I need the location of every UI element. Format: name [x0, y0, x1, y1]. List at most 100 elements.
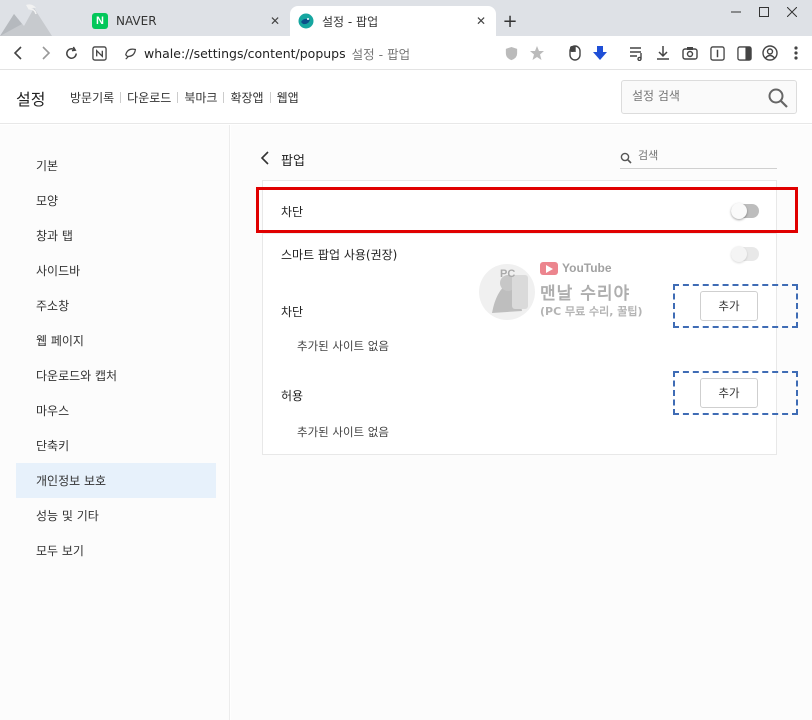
close-icon[interactable]: ✕ [266, 12, 284, 30]
nav-webapps[interactable]: 웹앱 [277, 89, 299, 106]
back-arrow-icon [13, 46, 22, 60]
bookmark-star-button[interactable] [526, 42, 548, 64]
whale-icon [298, 13, 314, 29]
sidebar-item-shortcuts[interactable]: 단축키 [16, 428, 216, 463]
sidebar-item-label: 기본 [36, 159, 59, 173]
row-divider [263, 233, 776, 234]
smart-popup-toggle[interactable] [731, 246, 759, 262]
shield-icon [505, 46, 517, 60]
naver-icon: N [92, 13, 108, 29]
allow-empty-text: 추가된 사이트 없음 [297, 425, 389, 439]
profile-icon [762, 45, 778, 61]
popup-search-input[interactable] [638, 149, 768, 162]
nav-extensions[interactable]: 확장앱 [230, 89, 263, 106]
window-close-button[interactable] [772, 0, 812, 24]
tab-settings-popup[interactable]: 설정 - 팝업 ✕ [290, 6, 496, 36]
naver-home-icon [91, 45, 107, 61]
nav-history[interactable]: 방문기록 [70, 89, 114, 106]
profile-button[interactable] [759, 42, 781, 64]
watermark: PC YouTube 맨날 수리야 (PC 무료 수리, 꿀팁) [478, 259, 668, 325]
reload-button[interactable] [60, 42, 82, 64]
watermark-badge: PC [500, 268, 515, 280]
sidebar-item-label: 웹 페이지 [36, 334, 84, 348]
arrow-down-icon [593, 46, 607, 60]
sidebar-item-download-capture[interactable]: 다운로드와 캡처 [16, 358, 216, 393]
shield-button[interactable] [500, 42, 522, 64]
download-arrow-button[interactable] [589, 42, 611, 64]
sidebar-item-label: 다운로드와 캡처 [36, 369, 118, 383]
tab-title: 설정 - 팝업 [322, 14, 379, 29]
tab-title: NAVER [116, 14, 157, 28]
sidebar-item-mouse[interactable]: 마우스 [16, 393, 216, 428]
naver-home-button[interactable] [88, 42, 110, 64]
reader-mode-button[interactable] [706, 42, 728, 64]
back-chevron-icon[interactable] [258, 149, 272, 167]
settings-title: 설정 [16, 90, 46, 109]
menu-button[interactable] [785, 42, 807, 64]
mouse-icon [569, 45, 581, 61]
watermark-sub: (PC 무료 수리, 꿀팁) [540, 305, 643, 318]
downloads-button[interactable] [652, 42, 674, 64]
search-icon [620, 152, 632, 164]
sidebar-item-address-bar[interactable]: 주소창 [16, 288, 216, 323]
allow-section-label: 허용 [281, 389, 304, 403]
sidebar-item-performance[interactable]: 성능 및 기타 [16, 498, 216, 533]
settings-search-input[interactable] [632, 89, 762, 103]
tab-naver[interactable]: N NAVER ✕ [84, 6, 290, 36]
nav-downloads[interactable]: 다운로드 [127, 89, 171, 106]
new-tab-button[interactable]: + [500, 11, 520, 32]
nav-divider [223, 92, 225, 103]
watermark-logo-icon: PC [479, 264, 535, 320]
sidebar-item-windows-tabs[interactable]: 창과 탭 [16, 218, 216, 253]
close-icon[interactable]: ✕ [472, 12, 490, 30]
popup-search [620, 149, 777, 169]
tab-strip: N NAVER ✕ 설정 - 팝업 ✕ + [0, 0, 812, 36]
sidebar-icon [736, 45, 752, 61]
sidebar-item-label: 개인정보 보호 [36, 474, 107, 488]
address-bar[interactable]: whale://settings/content/popups 설정 - 팝업 [124, 42, 410, 64]
sidebar-item-sidebar[interactable]: 사이드바 [16, 253, 216, 288]
highlight-block-add [673, 284, 798, 328]
sidebar-item-label: 마우스 [36, 404, 70, 418]
sidebar-item-privacy[interactable]: 개인정보 보호 [16, 463, 216, 498]
address-page-title: 설정 - 팝업 [351, 46, 411, 62]
nav-bookmarks[interactable]: 북마크 [184, 89, 217, 106]
highlight-block-toggle [256, 187, 798, 233]
sidebar-item-label: 모양 [36, 194, 59, 208]
reader-icon [709, 45, 725, 61]
sidebar-item-label: 모두 보기 [36, 544, 84, 558]
maximize-icon [759, 7, 769, 17]
sidebar-item-label: 사이드바 [36, 264, 81, 278]
camera-icon [682, 47, 698, 60]
smart-popup-label: 스마트 팝업 사용(권장) [281, 248, 398, 262]
playlist-icon [630, 47, 642, 61]
capture-button[interactable] [679, 42, 701, 64]
sidebar-item-appearance[interactable]: 모양 [16, 183, 216, 218]
youtube-play-icon [540, 261, 558, 275]
forward-button[interactable] [34, 42, 56, 64]
star-icon [530, 46, 544, 60]
back-button[interactable] [8, 42, 30, 64]
settings-header: 설정 방문기록 다운로드 북마크 확장앱 웹앱 [0, 70, 812, 124]
sidebar-item-basic[interactable]: 기본 [16, 148, 216, 183]
sidebar-item-web-page[interactable]: 웹 페이지 [16, 323, 216, 358]
forward-arrow-icon [42, 46, 51, 60]
more-vertical-icon [794, 46, 798, 60]
download-icon [657, 46, 669, 60]
search-icon[interactable] [767, 87, 789, 109]
watermark-name: 맨날 수리야 [540, 284, 631, 304]
playlist-button[interactable] [626, 42, 648, 64]
mouse-gesture-button[interactable] [564, 42, 586, 64]
sidebar-item-label: 성능 및 기타 [36, 509, 99, 523]
watermark-youtube: YouTube [540, 261, 612, 275]
highlight-allow-add [673, 371, 798, 415]
block-section-label: 차단 [281, 305, 304, 319]
minimize-icon [731, 11, 741, 13]
block-empty-text: 추가된 사이트 없음 [297, 339, 389, 353]
browser-toolbar: whale://settings/content/popups 설정 - 팝업 [0, 36, 812, 70]
nav-divider [177, 92, 179, 103]
sidebar-toggle-button[interactable] [733, 42, 755, 64]
sidebar-item-view-all[interactable]: 모두 보기 [16, 533, 216, 568]
sidebar-item-label: 주소창 [36, 299, 70, 313]
page-title: 팝업 [281, 154, 305, 169]
